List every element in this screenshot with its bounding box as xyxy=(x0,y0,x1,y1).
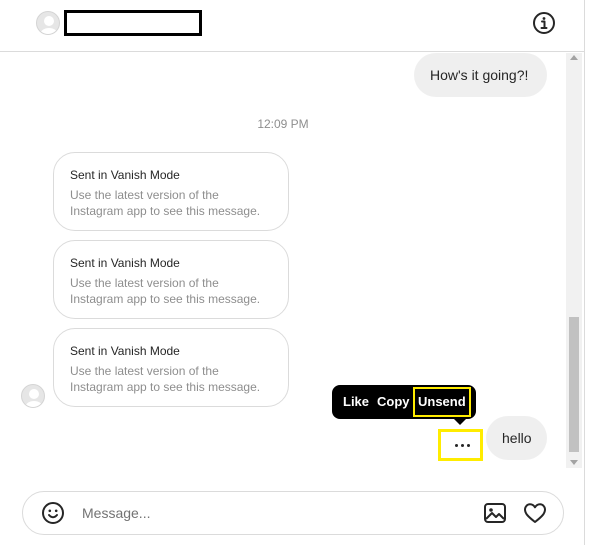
outgoing-message[interactable]: How's it going?! xyxy=(414,53,547,97)
like-heart-button[interactable] xyxy=(523,501,547,525)
info-button[interactable] xyxy=(532,11,556,35)
user-avatar-icon xyxy=(40,16,58,34)
like-menu-item[interactable]: Like xyxy=(343,385,369,419)
scroll-up-arrow-icon[interactable] xyxy=(570,55,578,60)
message-input[interactable] xyxy=(82,502,472,524)
message-thread: How's it going?! 12:09 PM Sent in Vanish… xyxy=(0,53,566,468)
vanish-title: Sent in Vanish Mode xyxy=(70,168,180,182)
message-timestamp: 12:09 PM xyxy=(257,117,309,131)
vanish-mode-message[interactable]: Sent in Vanish Mode Use the latest versi… xyxy=(53,152,289,231)
more-horizontal-icon xyxy=(467,444,470,447)
chat-window: How's it going?! 12:09 PM Sent in Vanish… xyxy=(0,0,585,545)
avatar[interactable] xyxy=(36,11,60,35)
message-composer xyxy=(22,491,564,535)
more-horizontal-icon xyxy=(461,444,464,447)
scrollbar[interactable] xyxy=(566,53,582,468)
message-actions-menu: Like Copy Unsend xyxy=(332,385,476,419)
scroll-down-arrow-icon[interactable] xyxy=(570,460,578,465)
user-avatar-icon xyxy=(25,389,43,407)
menu-pointer xyxy=(454,419,466,425)
more-horizontal-icon xyxy=(455,444,458,447)
sender-avatar[interactable] xyxy=(21,384,45,408)
image-icon xyxy=(484,503,506,523)
outgoing-message[interactable]: hello xyxy=(486,416,547,460)
vanish-title: Sent in Vanish Mode xyxy=(70,344,180,358)
redacted-username[interactable] xyxy=(64,10,202,36)
more-options-button[interactable] xyxy=(438,429,483,461)
heart-icon xyxy=(524,503,546,523)
vanish-mode-message[interactable]: Sent in Vanish Mode Use the latest versi… xyxy=(53,328,289,407)
copy-menu-item[interactable]: Copy xyxy=(377,385,410,419)
vanish-body: Use the latest version of the Instagram … xyxy=(70,364,261,394)
info-icon xyxy=(533,12,555,34)
emoji-button[interactable] xyxy=(41,501,65,525)
unsend-menu-item[interactable]: Unsend xyxy=(413,387,471,417)
vanish-body: Use the latest version of the Instagram … xyxy=(70,276,261,306)
emoji-icon xyxy=(42,502,64,524)
scrollbar-thumb[interactable] xyxy=(569,317,579,452)
vanish-title: Sent in Vanish Mode xyxy=(70,256,180,270)
attach-image-button[interactable] xyxy=(483,501,507,525)
vanish-body: Use the latest version of the Instagram … xyxy=(70,188,261,218)
chat-header xyxy=(0,0,585,52)
vanish-mode-message[interactable]: Sent in Vanish Mode Use the latest versi… xyxy=(53,240,289,319)
